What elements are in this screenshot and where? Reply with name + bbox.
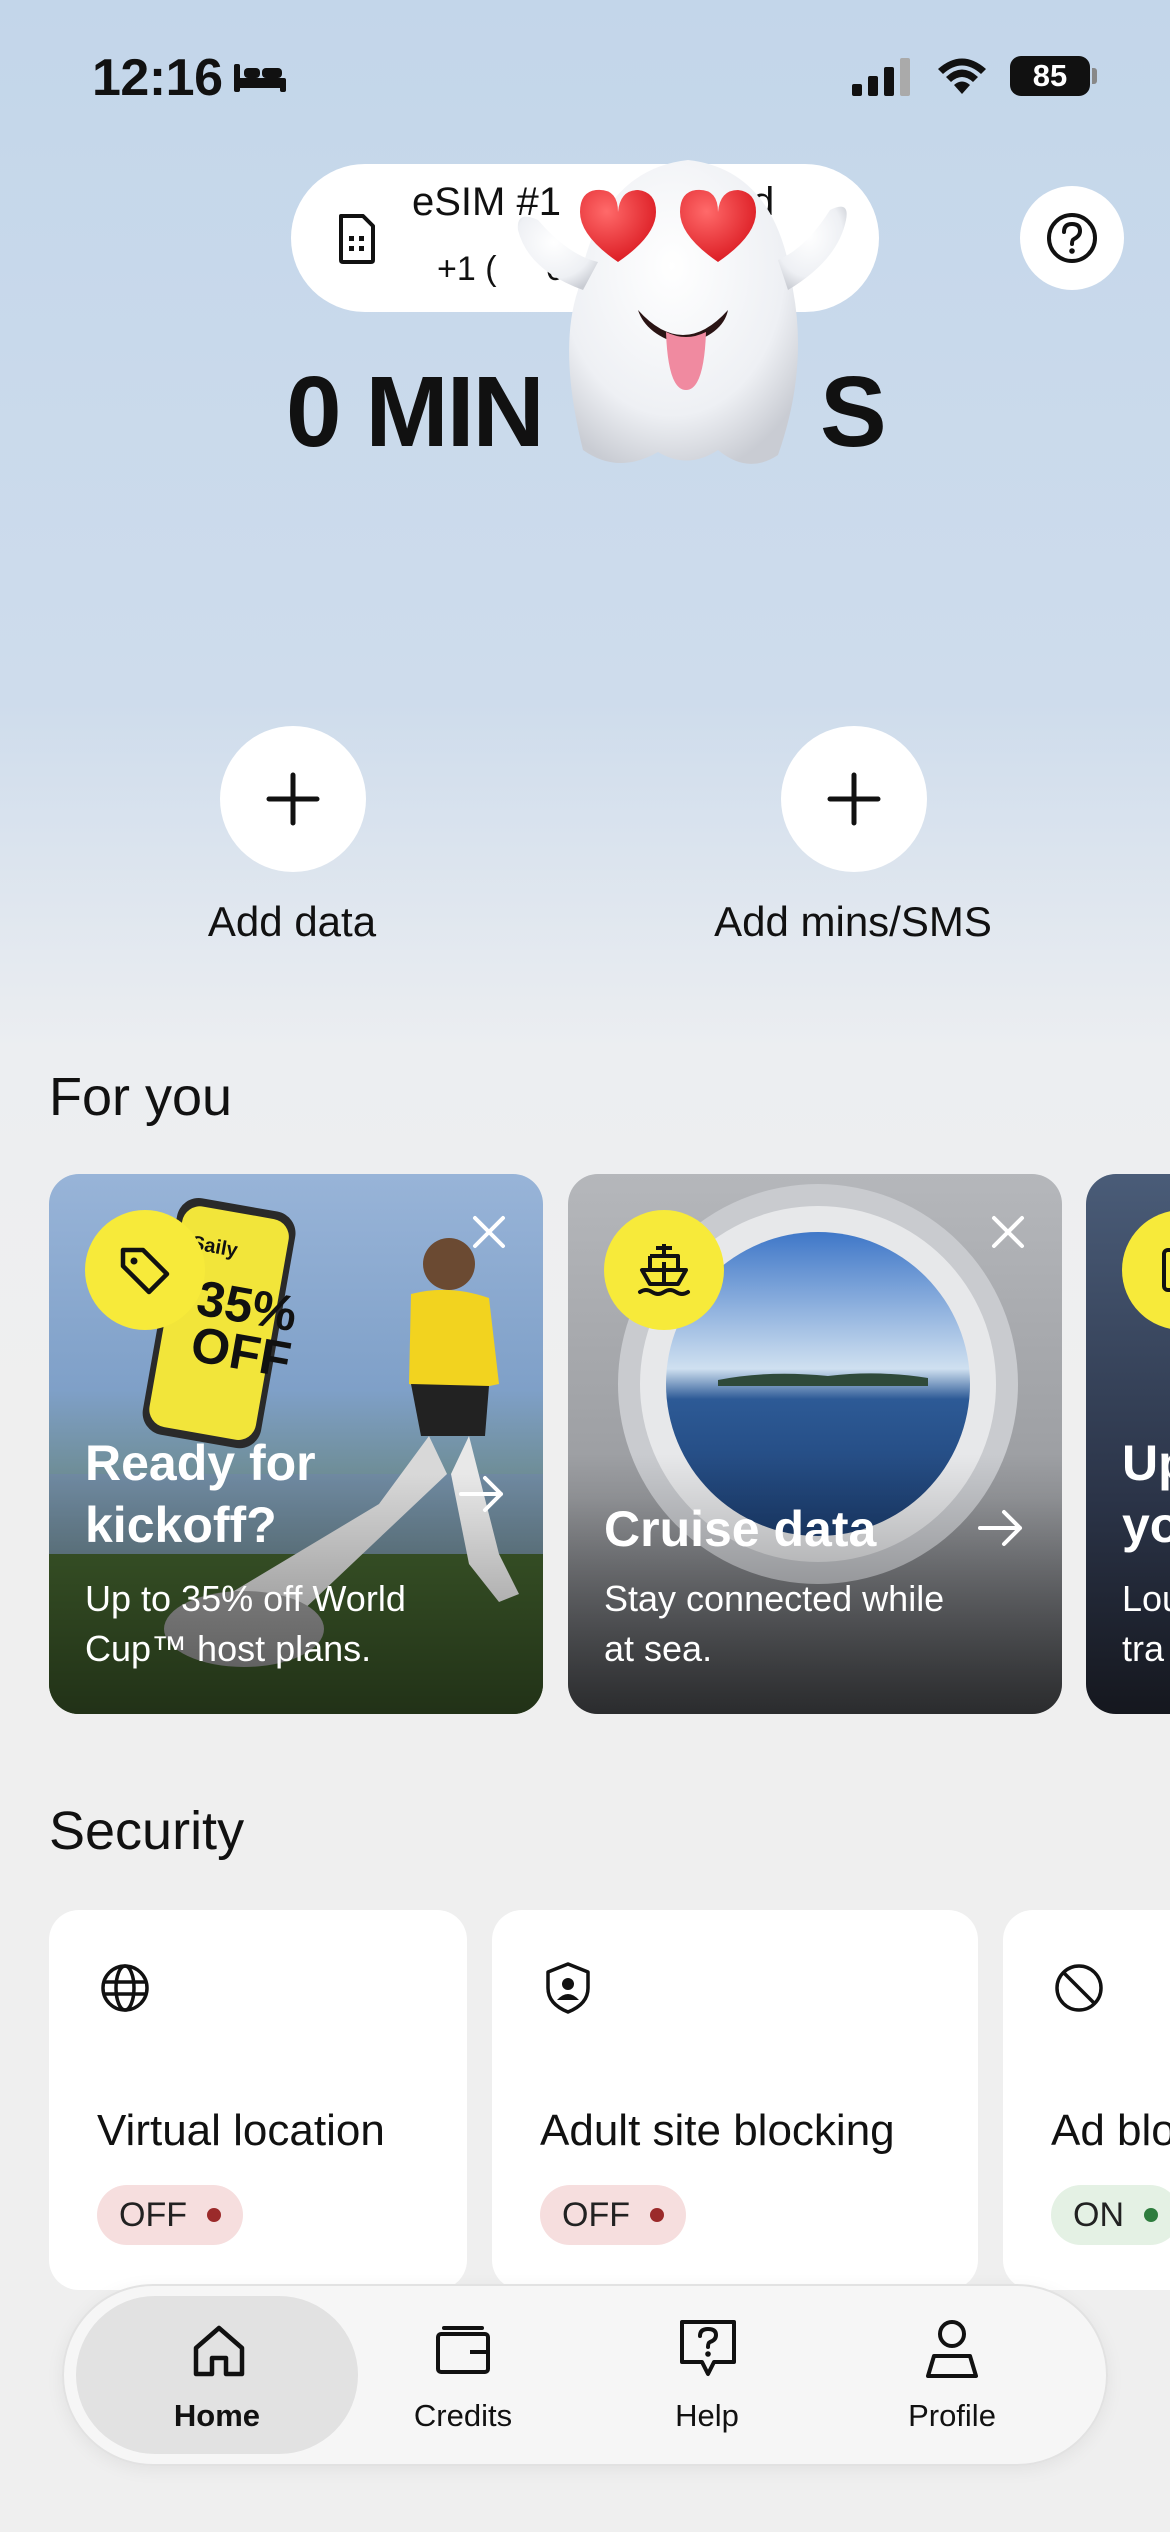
promo-card-world-cup[interactable]: Saily 35% OFF Ready for kickoff? Up to 3… [49,1174,543,1714]
plus-icon [266,772,320,826]
add-mins-sms-button[interactable] [781,726,927,872]
promo-card-cruise-data[interactable]: Cruise data Stay connected while at sea. [568,1174,1062,1714]
tab-credits[interactable]: Credits [363,2398,563,2434]
security-card-adult-site-blocking[interactable]: Adult site blocking OFF [492,1910,978,2290]
status-text: OFF [119,2195,187,2234]
security-label: Adult site blocking [540,2106,895,2155]
status-badge-on: ON [1051,2185,1170,2245]
help-button[interactable] [1020,186,1124,290]
help-bubble-icon[interactable] [678,2318,738,2380]
arrow-right-icon [978,1510,1022,1546]
promo-subtitle-line2: tra [1122,1628,1165,1669]
arrow-right-icon [459,1476,503,1512]
promo-title-line2: kickoff? [85,1497,277,1553]
promo-title-line1: Cruise data [604,1501,877,1557]
security-label: Virtual location [97,2106,385,2155]
heart-eyes-ghost-sticker [517,160,847,464]
status-badge-off: OFF [540,2185,686,2245]
battery-cap [1092,68,1097,84]
add-data-label[interactable]: Add data [82,898,502,946]
price-tag-icon [120,1247,170,1295]
add-data-button[interactable] [220,726,366,872]
promo-subtitle-line2: Cup™ host plans. [85,1628,372,1669]
sleep-focus-icon [234,64,286,92]
status-dot [1144,2208,1158,2222]
shield-user-icon [546,1962,590,2014]
battery-indicator: 85 [1010,56,1090,96]
tab-home[interactable]: Home [117,2398,317,2434]
status-dot [649,2208,664,2222]
ship-badge [604,1210,724,1330]
tag-badge [85,1210,205,1330]
status-badge-off: OFF [97,2185,243,2245]
add-mins-sms-label[interactable]: Add mins/SMS [643,898,1063,946]
promo-subtitle-line2: at sea. [604,1628,713,1669]
tab-profile[interactable]: Profile [852,2398,1052,2434]
plus-icon [827,772,881,826]
promo-subtitle-line1: Up to 35% off World [85,1578,406,1619]
close-icon[interactable] [469,1212,509,1252]
cellular-signal-icon [852,58,910,96]
promo-card-third[interactable]: Up yo Lou tra [1086,1174,1170,1714]
promo-subtitle-line1: Lou [1122,1578,1170,1619]
security-card-ad-blocking[interactable]: Ad blo ON [1003,1910,1170,2290]
ship-icon [638,1244,690,1296]
security-title: Security [49,1801,245,1861]
status-dot [206,2208,221,2222]
home-icon[interactable] [190,2322,248,2380]
for-you-title: For you [49,1067,233,1127]
status-text: ON [1073,2195,1124,2234]
close-icon[interactable] [988,1212,1028,1252]
wallet-icon[interactable] [434,2324,492,2376]
globe-icon [101,1964,149,2012]
wifi-icon [938,58,986,94]
device-icon [1162,1248,1170,1292]
status-text: OFF [562,2195,630,2234]
promo-title-line1: Up [1122,1435,1170,1491]
security-card-virtual-location[interactable]: Virtual location OFF [49,1910,467,2290]
block-icon [1055,1964,1103,2012]
security-label: Ad blo [1051,2106,1170,2155]
question-circle-icon [1047,213,1097,263]
profile-icon[interactable] [924,2318,980,2380]
sim-card-icon [339,214,375,264]
promo-subtitle-line1: Stay connected while [604,1578,945,1619]
promo-title-line1: Ready for [85,1435,316,1491]
promo-title-line2: yo [1122,1497,1170,1553]
device-badge [1122,1210,1170,1330]
tab-help[interactable]: Help [607,2398,807,2434]
status-time: 12:16 [92,49,223,107]
